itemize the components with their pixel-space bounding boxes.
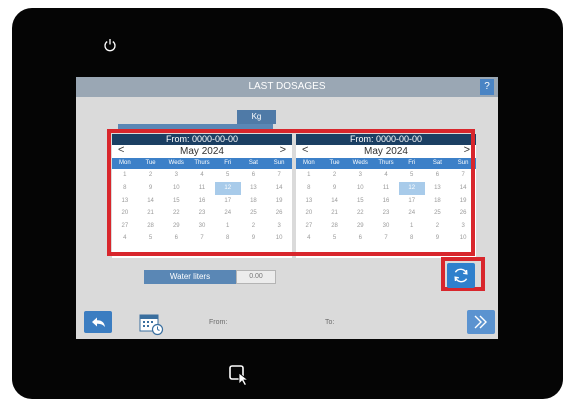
- kg-column-header: Kg: [237, 110, 276, 124]
- tap-pointer-icon[interactable]: [228, 364, 254, 386]
- next-button[interactable]: [467, 310, 495, 334]
- refresh-icon: [454, 268, 468, 283]
- calendar-highlight-box: [107, 129, 475, 256]
- page-title: LAST DOSAGES: [248, 81, 326, 92]
- water-liters-value: 0.00: [236, 270, 276, 284]
- power-icon[interactable]: [103, 38, 117, 52]
- water-liters-label: Water liters: [144, 270, 236, 284]
- help-button[interactable]: ?: [480, 79, 494, 95]
- title-bar: LAST DOSAGES ?: [76, 77, 498, 97]
- refresh-button[interactable]: [447, 263, 475, 288]
- from-label: From:: [209, 319, 228, 326]
- back-button[interactable]: [84, 311, 112, 333]
- double-chevron-right-icon: [474, 315, 487, 329]
- to-label: To:: [325, 319, 335, 326]
- calendar-clock-icon[interactable]: [139, 314, 165, 336]
- back-arrow-icon: [92, 317, 105, 327]
